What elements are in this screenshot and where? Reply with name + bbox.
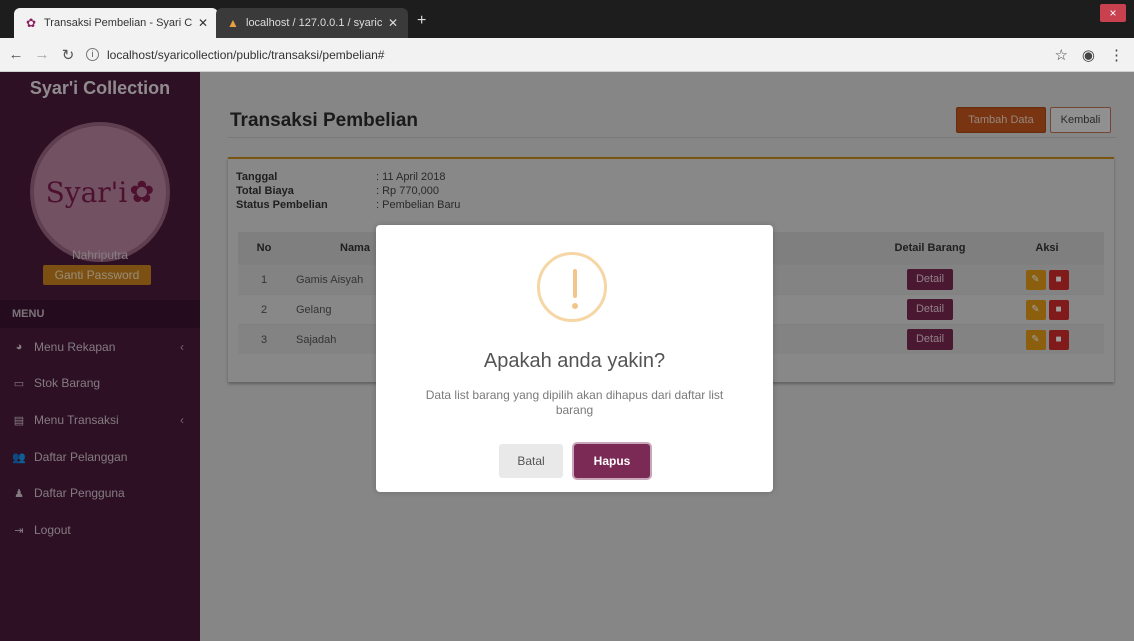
back-arrow-icon[interactable]: ← bbox=[6, 46, 26, 63]
window-close-button[interactable]: × bbox=[1100, 4, 1126, 22]
reload-icon[interactable]: ↻ bbox=[58, 46, 78, 64]
profile-icon[interactable]: ◉ bbox=[1082, 46, 1095, 64]
dialog-title: Apakah anda yakin? bbox=[483, 350, 666, 372]
browser-actions: ☆ ◉ ⋮ bbox=[1054, 46, 1124, 64]
tab-title: localhost / 127.0.0.1 / syaricollec bbox=[246, 17, 382, 29]
flower-icon: ✿ bbox=[25, 16, 37, 30]
delete-confirm-button[interactable]: Hapus bbox=[574, 444, 650, 478]
new-tab-button[interactable]: + bbox=[417, 12, 426, 30]
url-field[interactable]: i localhost/syaricollection/public/trans… bbox=[86, 48, 384, 62]
address-bar: ← → ↻ i localhost/syaricollection/public… bbox=[0, 38, 1134, 72]
browser-tab-active[interactable]: ✿ Transaksi Pembelian - Syari Colle ✕ bbox=[14, 8, 218, 38]
browser-tab-bar: ✿ Transaksi Pembelian - Syari Colle ✕ ▲ … bbox=[0, 0, 1134, 38]
info-icon[interactable]: i bbox=[86, 48, 99, 61]
bookmark-star-icon[interactable]: ☆ bbox=[1054, 46, 1067, 64]
tab-close-icon[interactable]: ✕ bbox=[388, 16, 398, 30]
confirm-dialog: Apakah anda yakin? Data list barang yang… bbox=[376, 225, 773, 492]
phpmyadmin-icon: ▲ bbox=[227, 16, 239, 30]
tab-close-icon[interactable]: ✕ bbox=[198, 16, 208, 30]
warning-bar bbox=[573, 269, 577, 298]
tab-title: Transaksi Pembelian - Syari Colle bbox=[44, 17, 192, 29]
cancel-button[interactable]: Batal bbox=[499, 444, 563, 478]
warning-icon bbox=[537, 252, 607, 322]
url-text: localhost/syaricollection/public/transak… bbox=[107, 47, 385, 62]
warning-dot bbox=[572, 303, 578, 309]
menu-dots-icon[interactable]: ⋮ bbox=[1109, 46, 1124, 64]
browser-tab-inactive[interactable]: ▲ localhost / 127.0.0.1 / syaricollec ✕ bbox=[216, 8, 408, 38]
forward-arrow-icon[interactable]: → bbox=[32, 46, 52, 63]
dialog-message: Data list barang yang dipilih akan dihap… bbox=[425, 388, 724, 417]
